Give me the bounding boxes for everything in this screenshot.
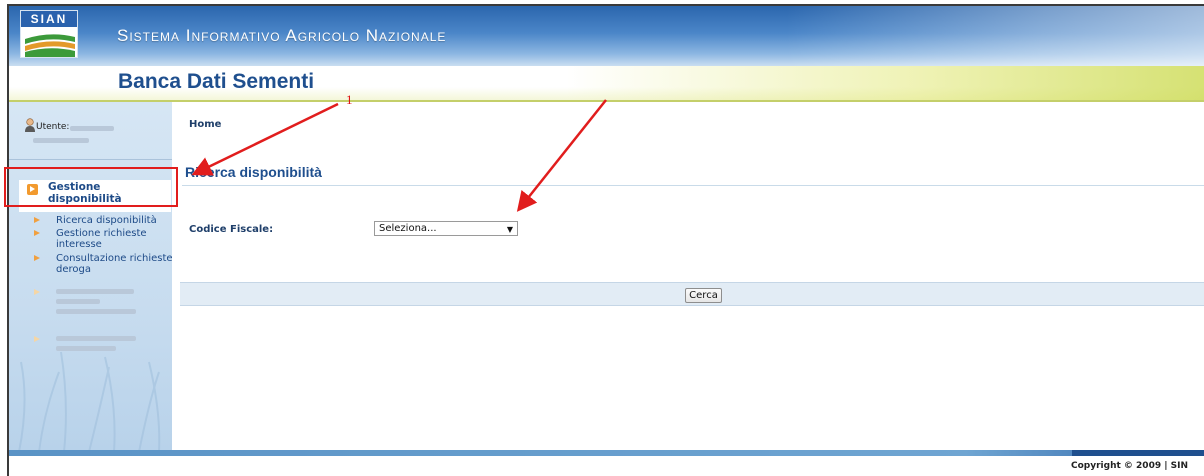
user-role-redacted xyxy=(33,138,89,143)
bullet-arrow-icon xyxy=(33,255,40,262)
codice-fiscale-label: Codice Fiscale: xyxy=(189,224,274,235)
user-icon xyxy=(25,118,35,132)
annotation-highlight-box xyxy=(4,167,178,207)
page-title: Ricerca disponibilità xyxy=(185,164,322,180)
footer-bar xyxy=(9,450,1204,456)
copyright-text: Copyright © 2009 | SIN xyxy=(1071,461,1189,471)
bullet-arrow-icon xyxy=(33,217,40,224)
system-title: Sistema Informativo Agricolo Nazionale xyxy=(117,26,447,45)
grass-decoration xyxy=(18,351,161,452)
sidebar-item-label: Gestione richieste interesse xyxy=(56,228,147,250)
bullet-arrow-icon xyxy=(33,336,40,343)
button-bar: Cerca xyxy=(180,282,1204,306)
breadcrumb-home[interactable]: Home xyxy=(189,119,221,130)
user-panel: Utente: xyxy=(9,102,172,160)
header: SIAN Sistema Informativo Agricolo Nazion… xyxy=(9,6,1204,102)
logo-text: SIAN xyxy=(21,11,77,27)
main-content: Home Ricerca disponibilità Codice Fiscal… xyxy=(172,102,1204,452)
app-window: SIAN Sistema Informativo Agricolo Nazion… xyxy=(7,4,1204,476)
title-divider xyxy=(182,185,1204,186)
user-label: Utente: xyxy=(36,122,70,132)
bullet-arrow-icon xyxy=(33,230,40,237)
footer-accent xyxy=(1072,450,1204,456)
app-title: Banca Dati Sementi xyxy=(118,70,315,93)
dropdown-arrow-icon: ▼ xyxy=(506,225,513,234)
sian-logo[interactable]: SIAN xyxy=(20,10,78,58)
codice-fiscale-select[interactable]: Seleziona... ▼ xyxy=(374,221,518,236)
bullet-arrow-icon xyxy=(33,289,40,296)
sidebar: Utente: Gestione disponibilità Ricerca d… xyxy=(9,102,173,452)
user-name-redacted xyxy=(70,126,114,131)
sidebar-item-label: Consultazione richieste deroga xyxy=(56,253,173,275)
search-button[interactable]: Cerca xyxy=(685,288,722,303)
logo-fields-icon xyxy=(25,34,75,57)
annotation-number: 1 xyxy=(346,92,353,107)
sidebar-item-label: Ricerca disponibilità xyxy=(56,215,157,226)
select-value: Seleziona... xyxy=(379,223,437,234)
